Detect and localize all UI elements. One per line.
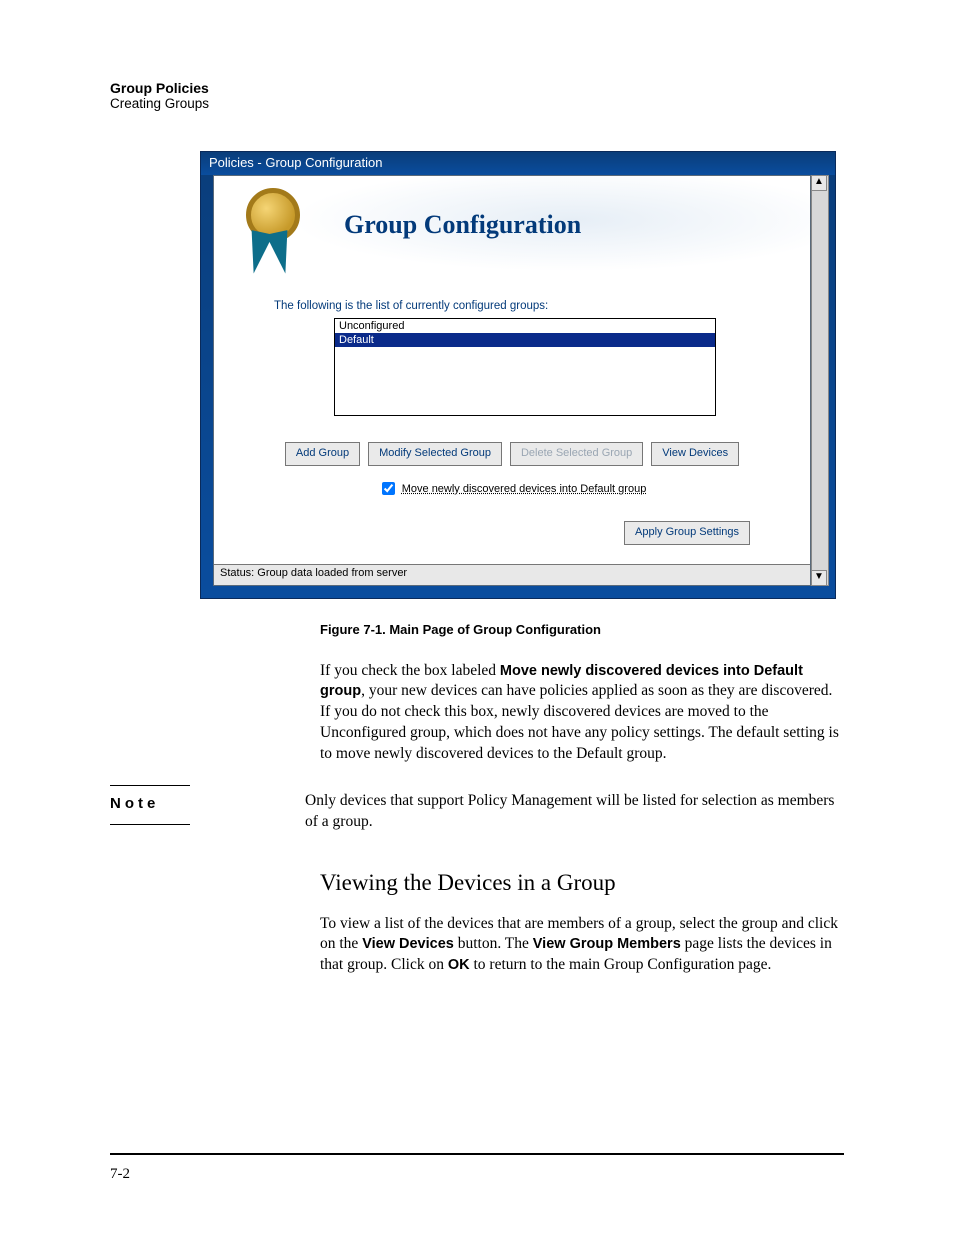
view-devices-button[interactable]: View Devices [651,442,739,466]
note-body: Only devices that support Policy Managem… [305,791,844,833]
checkbox-text: Move newly discovered devices into Defau… [402,483,647,495]
scroll-up-icon[interactable]: ▲ [811,175,827,191]
default-group-checkbox[interactable] [382,482,395,495]
window-titlebar: Policies - Group Configuration [201,152,835,175]
note-label: Note [110,795,305,812]
ribbon-badge-icon [244,188,300,278]
paragraph: If you check the box labeled Move newly … [320,661,839,766]
page-number: 7-2 [110,1166,130,1183]
list-item[interactable]: Unconfigured [335,319,715,333]
group-config-window: Policies - Group Configuration ▲ ▼ Group… [200,151,836,599]
add-group-button[interactable]: Add Group [285,442,360,466]
page-header-subtitle: Creating Groups [110,96,844,111]
modify-group-button[interactable]: Modify Selected Group [368,442,502,466]
paragraph: To view a list of the devices that are m… [320,914,839,977]
figure-caption: Figure 7-1. Main Page of Group Configura… [320,621,839,639]
groups-listbox[interactable]: Unconfigured Default [334,318,716,416]
default-group-checkbox-label[interactable]: Move newly discovered devices into Defau… [378,483,647,495]
banner-title: Group Configuration [344,210,581,240]
page-header-title: Group Policies [110,80,844,96]
apply-settings-button[interactable]: Apply Group Settings [624,521,750,545]
intro-text: The following is the list of currently c… [214,286,810,318]
vertical-scrollbar[interactable]: ▲ ▼ [811,175,829,586]
list-item[interactable]: Default [335,333,715,347]
scroll-down-icon[interactable]: ▼ [811,570,827,586]
footer-rule [110,1153,844,1155]
section-heading: Viewing the Devices in a Group [320,867,839,898]
delete-group-button[interactable]: Delete Selected Group [510,442,643,466]
status-bar: Status: Group data loaded from server [214,564,810,585]
